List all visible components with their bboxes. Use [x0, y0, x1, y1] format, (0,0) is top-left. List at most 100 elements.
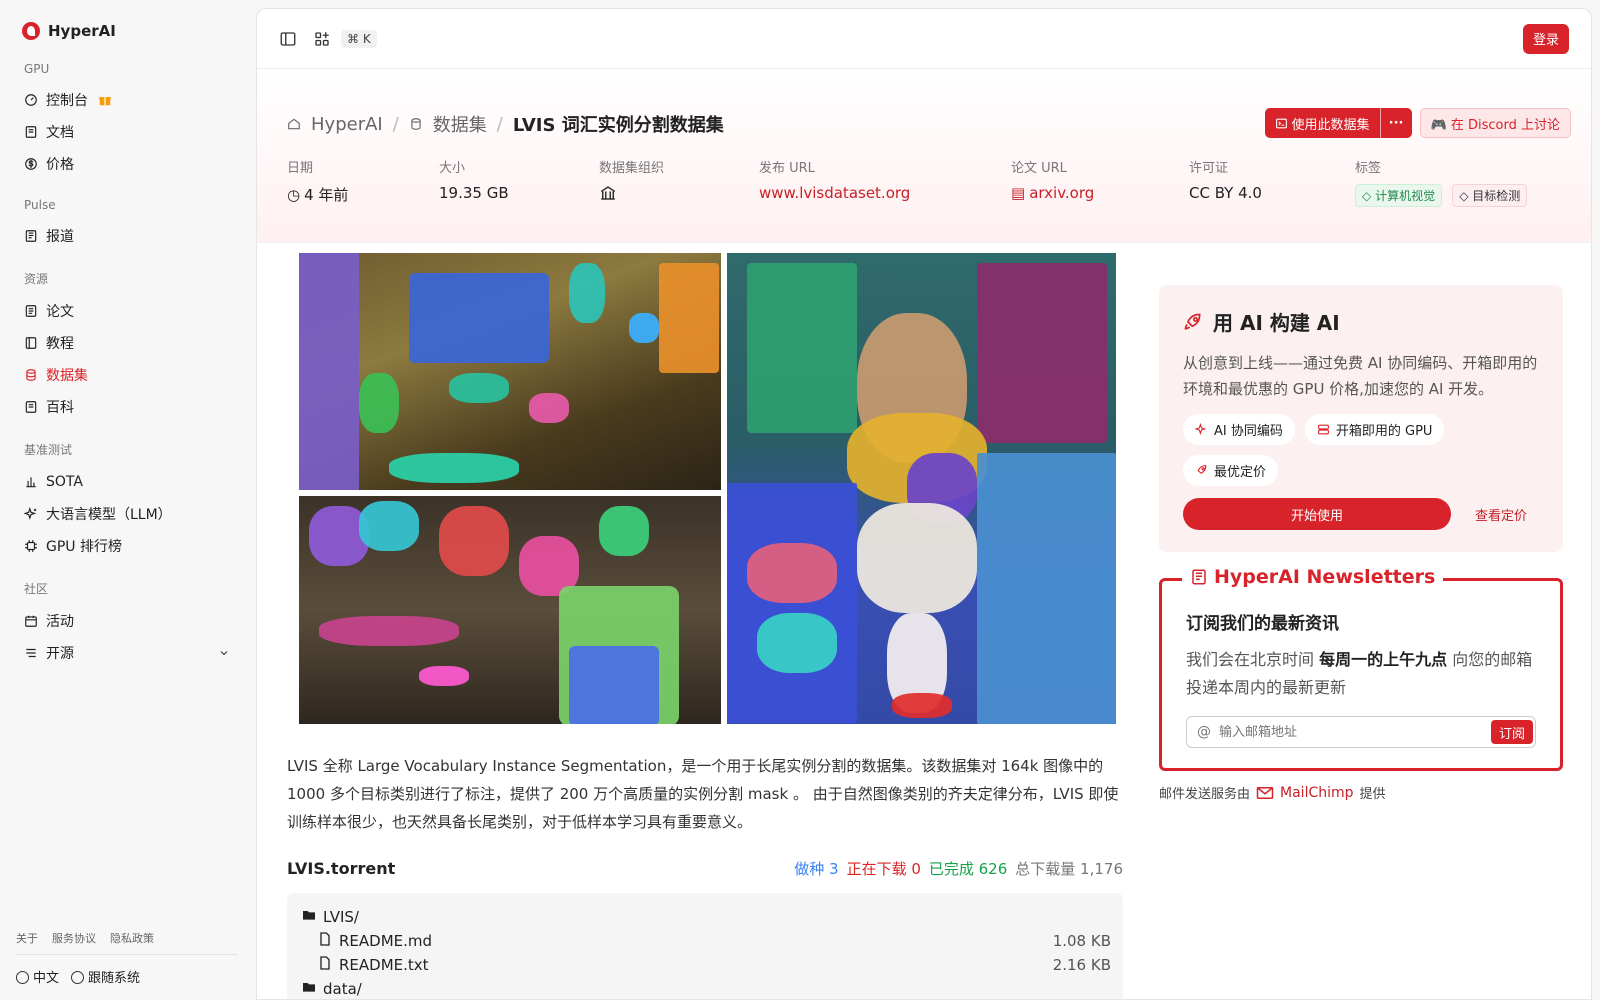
globe-icon	[16, 971, 29, 984]
footer-link-about[interactable]: 关于	[16, 930, 38, 946]
theme-icon	[71, 971, 85, 984]
file-row[interactable]: LVIS/	[301, 905, 1123, 929]
paper-url-link: arxiv.org	[1029, 184, 1095, 202]
chevron-down-icon[interactable]	[218, 647, 230, 659]
newsletter-title-text: HyperAI Newsletters	[1214, 566, 1436, 588]
sidebar-item-sota[interactable]: SOTA	[16, 466, 238, 498]
sidebar-item-console[interactable]: 控制台	[16, 84, 238, 116]
sidebar-item-llm[interactable]: 大语言模型（LLM）	[16, 498, 238, 530]
meta-label: 发布 URL	[759, 161, 815, 176]
brand-name: HyperAI	[48, 22, 116, 40]
page-title: LVIS 词汇实例分割数据集	[512, 115, 724, 136]
sidebar-item-label: 数据集	[46, 368, 88, 384]
sidebar-item-events[interactable]: 活动	[16, 605, 238, 637]
dataset-sample-image	[299, 253, 1116, 724]
use-dataset-button[interactable]: 使用此数据集	[1264, 108, 1380, 138]
sidebar-item-news[interactable]: 报道	[16, 220, 238, 252]
file-row[interactable]: README.md 1.08 KB	[301, 929, 1123, 953]
meta-date: 日期 ◷ 4 年前	[287, 157, 439, 207]
at-icon: @	[1197, 724, 1211, 740]
date-value: 4 年前	[304, 186, 349, 204]
doc-icon	[24, 125, 38, 139]
login-button[interactable]: 登录	[1522, 23, 1569, 54]
provider-text-before: 邮件发送服务由	[1159, 787, 1251, 802]
dataset-content: LVIS 全称 Large Vocabulary Instance Segmen…	[287, 253, 1123, 999]
footer-link-terms[interactable]: 服务协议	[52, 930, 96, 946]
meta-label: 标签	[1355, 161, 1382, 176]
sidebar-toggle-icon[interactable]	[279, 30, 297, 48]
breadcrumb-separator: /	[392, 113, 399, 135]
chip-gpu: 开箱即用的 GPU	[1304, 414, 1445, 445]
sidebar-item-label: 教程	[46, 336, 74, 352]
chip-label: AI 协同编码	[1214, 424, 1283, 439]
tag-object-detection[interactable]: ◇ 目标检测	[1452, 184, 1528, 207]
chip-icon	[24, 539, 38, 553]
sidebar-item-pricing[interactable]: 价格	[16, 148, 238, 180]
ai-card-title-text: 用 AI 构建 AI	[1213, 311, 1340, 335]
get-started-button[interactable]: 开始使用	[1183, 498, 1451, 530]
sidebar-item-label: 大语言模型（LLM）	[46, 507, 172, 523]
breadcrumb-home[interactable]: HyperAI	[311, 114, 383, 135]
sidebar-item-wiki[interactable]: 百科	[16, 391, 238, 423]
nav-section-title: 资源	[24, 272, 49, 286]
footer-link-privacy[interactable]: 隐私政策	[110, 930, 154, 946]
discord-button[interactable]: 🎮 在 Discord 上讨论	[1419, 108, 1571, 138]
dataset-meta: 日期 ◷ 4 年前 大小 19.35 GB 数据集组织 发布 URL www.lv…	[287, 157, 1533, 207]
header-actions: 使用此数据集 ··· 🎮 在 Discord 上讨论	[1264, 108, 1571, 138]
server-icon	[1317, 424, 1329, 435]
release-url-link[interactable]: www.lvisdataset.org	[759, 184, 1011, 202]
newsletter-title: HyperAI Newsletters	[1182, 566, 1444, 588]
chip-label: 最优定价	[1214, 465, 1267, 480]
sidebar-item-papers[interactable]: 论文	[16, 295, 238, 327]
chip-ai-coding: AI 协同编码	[1183, 414, 1295, 445]
meta-label: 论文 URL	[1011, 161, 1067, 176]
sidebar-item-docs[interactable]: 文档	[16, 116, 238, 148]
torrent-name[interactable]: LVIS.torrent	[287, 859, 395, 878]
file-icon	[317, 931, 339, 951]
sidebar-item-datasets[interactable]: 数据集	[16, 359, 238, 391]
tag-computer-vision[interactable]: ◇ 计算机视觉	[1355, 184, 1443, 207]
file-row[interactable]: data/	[301, 977, 1123, 999]
torrent-header: LVIS.torrent 做种 3 正在下载 0 已完成 626 总下载量 1,…	[287, 858, 1123, 879]
brand[interactable]: HyperAI	[16, 18, 238, 44]
apps-icon[interactable]	[313, 30, 331, 48]
breadcrumb: HyperAI / 数据集 / LVIS 词汇实例分割数据集	[287, 111, 724, 137]
tag-label: 计算机视觉	[1375, 189, 1436, 203]
meta-url: 发布 URL www.lvisdataset.org	[759, 157, 1011, 207]
feature-chips: AI 协同编码 开箱即用的 GPU 最优定价	[1183, 414, 1539, 486]
sidebar-item-label: 报道	[46, 229, 74, 245]
license-value: CC BY 4.0	[1189, 184, 1262, 202]
calendar-icon	[24, 614, 38, 628]
view-pricing-link[interactable]: 查看定价	[1475, 505, 1527, 524]
breadcrumb-datasets[interactable]: 数据集	[433, 111, 487, 137]
nav-section-resources: 资源 论文 教程 数据集 百科	[16, 270, 238, 423]
sidebar-item-gpu-leaderboard[interactable]: GPU 排行榜	[16, 530, 238, 562]
sample-image-kitchen	[299, 496, 721, 724]
subscribe-button[interactable]: 订阅	[1490, 720, 1533, 744]
nav-section-pulse: Pulse 报道	[16, 198, 238, 252]
mailchimp-link[interactable]: MailChimp	[1256, 785, 1354, 801]
mail-icon	[1256, 786, 1274, 799]
theme-switcher[interactable]: 跟随系统	[71, 967, 140, 986]
more-options-button[interactable]: ···	[1379, 108, 1412, 138]
paper-url[interactable]: ▤ arxiv.org	[1011, 184, 1189, 202]
terminal-icon	[1275, 118, 1287, 128]
theme-label: 跟随系统	[88, 971, 141, 986]
ai-promo-card: 用 AI 构建 AI 从创意到上线——通过免费 AI 协同编码、开箱即用的环境和…	[1159, 285, 1563, 552]
rocket-icon	[1184, 313, 1201, 330]
folder-icon	[301, 979, 323, 999]
provider-name: MailChimp	[1280, 784, 1354, 801]
search-shortcut[interactable]: ⌘ K	[341, 29, 377, 48]
clock-icon: ◷	[287, 185, 301, 204]
file-row[interactable]: README.txt 2.16 KB	[301, 953, 1123, 977]
language-switcher[interactable]: 中文	[16, 967, 59, 986]
email-input[interactable]	[1219, 724, 1491, 740]
size-value: 19.35 GB	[439, 184, 509, 202]
file-name: LVIS/	[323, 908, 359, 926]
meta-label: 大小	[439, 161, 466, 176]
meta-label: 许可证	[1189, 161, 1229, 176]
sidebar-item-tutorials[interactable]: 教程	[16, 327, 238, 359]
sidebar-item-open-source[interactable]: 开源	[16, 637, 238, 669]
provider-text-after: 提供	[1359, 787, 1386, 802]
seeding-count: 做种 3	[794, 860, 839, 878]
